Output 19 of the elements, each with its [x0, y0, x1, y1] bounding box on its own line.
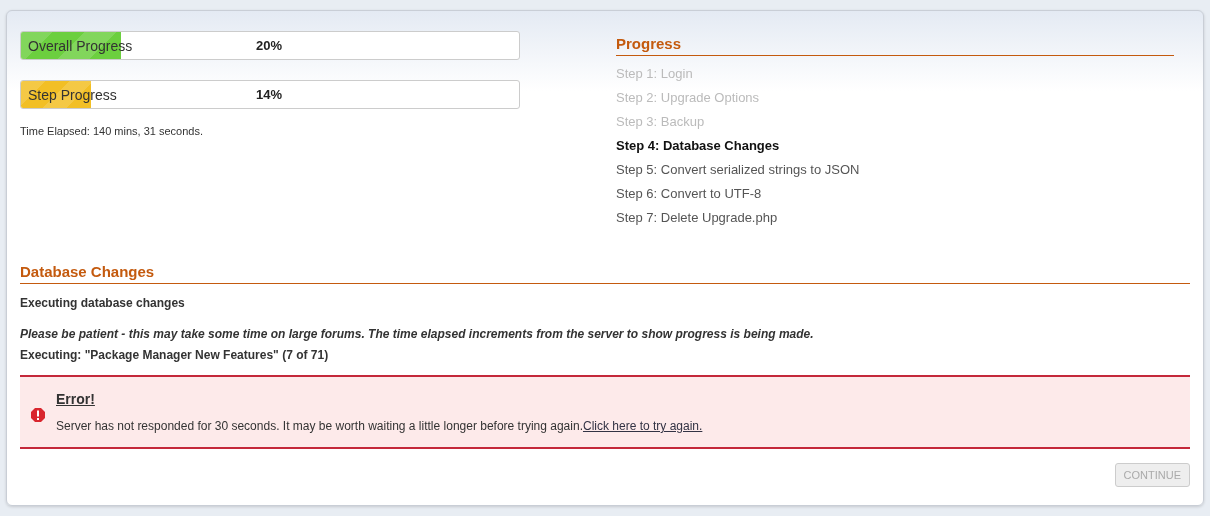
notice-text: Please be patient - this may take some time on large forums. The time elapsed increments from the server to show progress is being made.: [20, 327, 815, 341]
error-message: Server has not responded for 30 seconds. It may be worth waiting a little longer before trying again.: [56, 419, 583, 433]
time-elapsed: Time Elapsed: 140 mins, 31 seconds.: [20, 125, 205, 137]
step-item: Step 2: Upgrade Options: [616, 90, 761, 107]
step-item: Step 4: Database Changes: [616, 138, 781, 155]
try-again-link[interactable]: Click here to try again.: [582, 419, 703, 433]
step-item: Step 5: Convert serialized strings to JSON: [616, 162, 861, 179]
status-text: Executing database changes: [20, 296, 186, 310]
section-heading: Database Changes: [20, 263, 1190, 284]
step-item: Step 6: Convert to UTF-8: [616, 186, 763, 203]
step-item: Step 3: Backup: [616, 114, 706, 131]
section-heading: Progress: [616, 31, 1174, 56]
step-item: Step 1: Login: [616, 66, 694, 83]
warning-icon: [30, 407, 46, 423]
progress-percent: 20%: [256, 38, 283, 53]
step-item: Step 7: Delete Upgrade.php: [616, 210, 779, 227]
progress-percent: 14%: [256, 87, 283, 102]
executing-text: Executing: "Package Manager New Features" (7 of 71): [20, 348, 330, 362]
error-title: Error!: [56, 391, 96, 407]
